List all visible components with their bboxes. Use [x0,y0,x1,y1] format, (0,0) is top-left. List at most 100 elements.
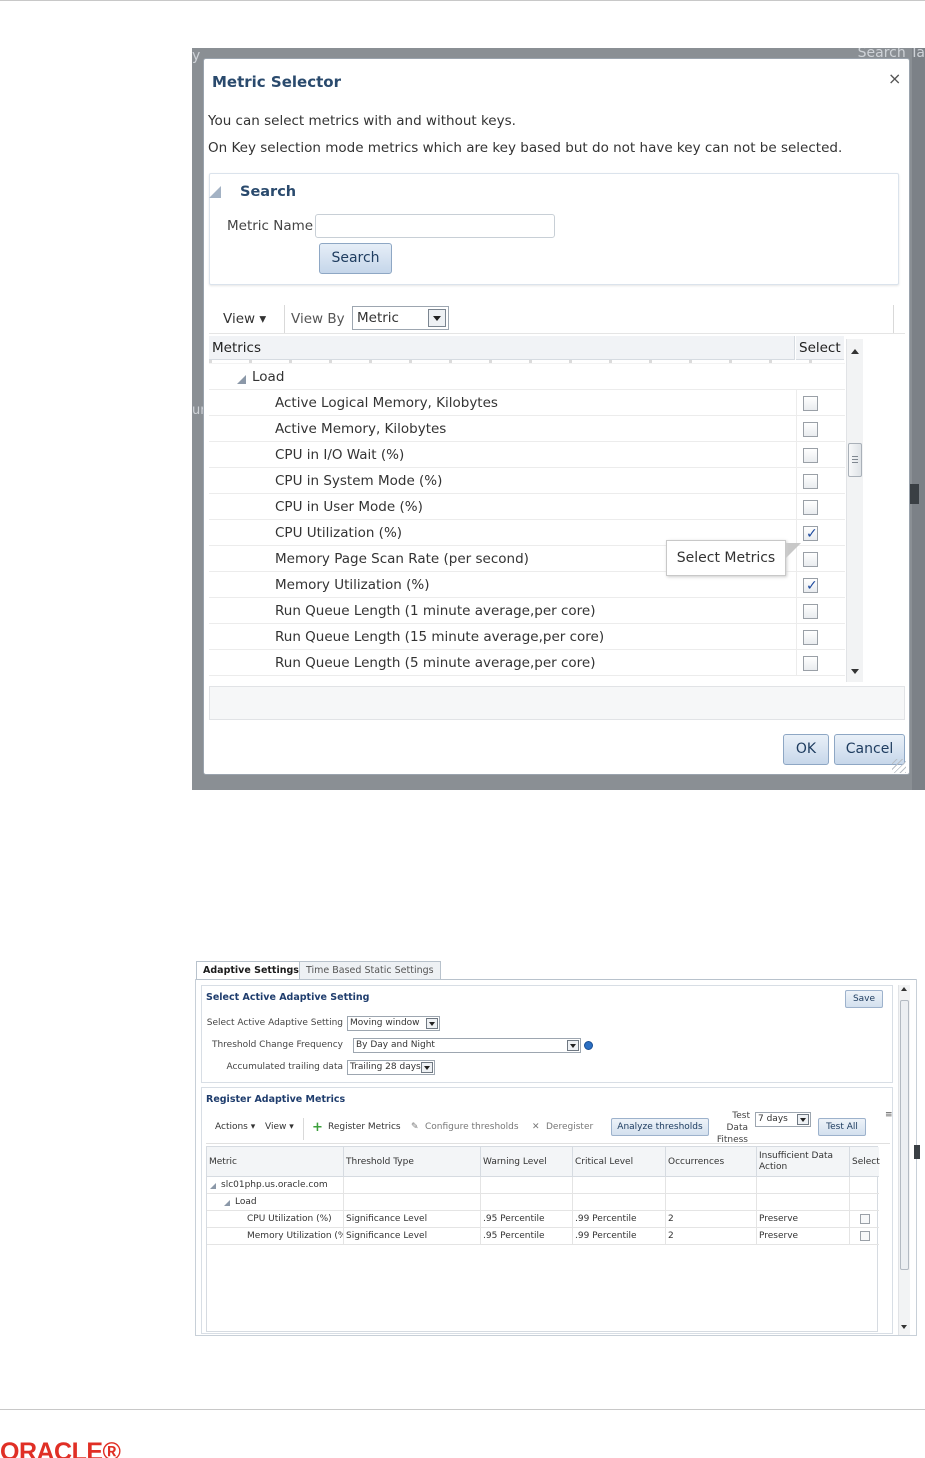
search-header[interactable]: Search [240,184,296,200]
table-row[interactable]: CPU Utilization (%) Significance Level .95… [207,1211,879,1228]
select-checkbox[interactable] [803,448,818,463]
expand-triangle-icon[interactable] [210,1183,216,1189]
metric-row[interactable]: Run Queue Length (15 minute average,per … [209,624,845,650]
view-menu[interactable]: View ▾ [223,311,266,327]
test-period-value: 7 days [758,1114,788,1124]
metric-name-label: Metric Name [227,218,314,234]
column-header-warning-level[interactable]: Warning Level [481,1147,573,1177]
metric-row[interactable]: CPU in I/O Wait (%) [209,442,845,468]
threshold-type-cell: Significance Level [344,1228,481,1245]
tab-adaptive-settings[interactable]: Adaptive Settings [196,961,306,980]
register-metrics-button[interactable]: Register Metrics [328,1122,401,1132]
actions-menu[interactable]: Actions ▾ [215,1122,255,1132]
column-header-metrics[interactable]: Metrics [209,336,795,360]
analyze-thresholds-button[interactable]: Analyze thresholds [611,1118,709,1136]
metric-row[interactable]: CPU in System Mode (%) [209,468,845,494]
select-checkbox[interactable] [803,552,818,567]
metric-row[interactable]: Run Queue Length (5 minute average,per c… [209,650,845,676]
scroll-up-icon[interactable] [851,349,859,354]
threshold-frequency-select[interactable]: By Day and Night [353,1038,581,1053]
ok-button[interactable]: OK [783,734,829,765]
select-checkbox[interactable] [860,1214,870,1224]
scroll-thumb[interactable] [900,1000,909,1270]
select-checkbox[interactable] [860,1231,870,1241]
critical-level-cell: .99 Percentile [573,1211,666,1228]
select-checkbox[interactable] [803,573,818,599]
scroll-down-icon[interactable] [851,669,859,674]
metric-row[interactable]: Active Logical Memory, Kilobytes [209,390,845,416]
resize-grip-icon[interactable] [892,759,906,773]
tab-time-based-static-settings[interactable]: Time Based Static Settings [299,961,441,980]
select-checkbox[interactable] [803,604,818,619]
occurrences-cell: 2 [666,1211,757,1228]
vertical-scrollbar[interactable] [898,985,910,1335]
scroll-up-icon[interactable] [901,987,907,991]
active-setting-value: Moving window [350,1018,420,1028]
search-button[interactable]: Search [319,243,392,274]
column-divider [796,468,797,494]
metric-name-input[interactable] [315,214,555,238]
select-checkbox[interactable] [803,630,818,645]
group-row-load[interactable]: Load [209,364,845,390]
test-period-select[interactable]: 7 days [755,1112,811,1127]
deregister-button[interactable]: Deregister [546,1122,593,1132]
select-checkbox[interactable] [803,521,818,547]
metric-name: CPU in System Mode (%) [275,473,443,489]
column-divider [796,598,797,624]
column-divider [796,390,797,416]
metric-row[interactable]: CPU in User Mode (%) [209,494,845,520]
bottom-rule [0,1409,925,1410]
column-header-select[interactable]: Select [796,336,844,360]
trailing-data-select[interactable]: Trailing 28 days [347,1060,435,1075]
select-checkbox[interactable] [803,500,818,515]
metric-row[interactable]: Run Queue Length (1 minute average,per c… [209,598,845,624]
metric-name: Memory Utilization (%) [275,577,430,593]
select-checkbox[interactable] [803,396,818,411]
view-menu[interactable]: View ▾ [265,1122,294,1132]
background-right-strip [912,48,925,790]
background-expand-icon [909,484,919,504]
expand-triangle-icon[interactable] [237,375,246,384]
select-checkbox[interactable] [803,656,818,671]
deregister-icon: ✕ [532,1122,540,1132]
chevron-down-icon[interactable] [421,1062,433,1073]
info-line-2: On Key selection mode metrics which are … [208,140,843,156]
active-setting-select[interactable]: Moving window [347,1016,440,1031]
configure-thresholds-button[interactable]: Configure thresholds [425,1122,519,1132]
resize-handle-icon[interactable]: ≡ [885,1110,893,1120]
column-header-occurrences[interactable]: Occurrences [666,1147,757,1177]
critical-level-cell: .99 Percentile [573,1228,666,1245]
column-divider [796,442,797,468]
column-header-critical-level[interactable]: Critical Level [573,1147,666,1177]
host-row[interactable]: slc01php.us.oracle.com [207,1177,879,1194]
column-header-insufficient-data-action[interactable]: Insufficient Data Action [757,1147,850,1177]
metric-row[interactable]: Active Memory, Kilobytes [209,416,845,442]
view-by-select[interactable]: Metric [352,306,449,330]
chevron-down-icon[interactable] [797,1114,809,1125]
select-checkbox[interactable] [803,422,818,437]
chevron-down-icon[interactable] [428,309,446,327]
expand-right-icon[interactable] [914,1145,920,1159]
vertical-scrollbar[interactable] [846,339,863,682]
help-icon[interactable] [584,1041,593,1050]
column-header-select[interactable]: Select [850,1147,880,1177]
empty-cell [757,1177,850,1194]
group-row[interactable]: Load [207,1194,879,1211]
chevron-down-icon[interactable] [567,1040,579,1051]
metric-name: Run Queue Length (5 minute average,per c… [275,655,596,671]
select-checkbox[interactable] [803,474,818,489]
dialog-title: Metric Selector [212,73,341,91]
group-name: Load [235,1197,257,1207]
table-row[interactable]: Memory Utilization (%) Significance Level… [207,1228,879,1245]
column-header-metric[interactable]: Metric [207,1147,344,1177]
chevron-down-icon[interactable] [426,1018,438,1029]
scroll-thumb[interactable] [848,443,862,477]
scroll-down-icon[interactable] [901,1325,907,1329]
test-all-button[interactable]: Test All [818,1118,866,1136]
close-icon[interactable]: × [888,69,901,88]
active-adaptive-setting-panel: Select Active Adaptive Setting Save Sele… [201,985,893,1083]
expand-triangle-icon[interactable] [224,1200,230,1206]
save-button[interactable]: Save [845,990,883,1008]
collapse-triangle-icon[interactable] [209,186,221,198]
column-header-threshold-type[interactable]: Threshold Type [344,1147,481,1177]
